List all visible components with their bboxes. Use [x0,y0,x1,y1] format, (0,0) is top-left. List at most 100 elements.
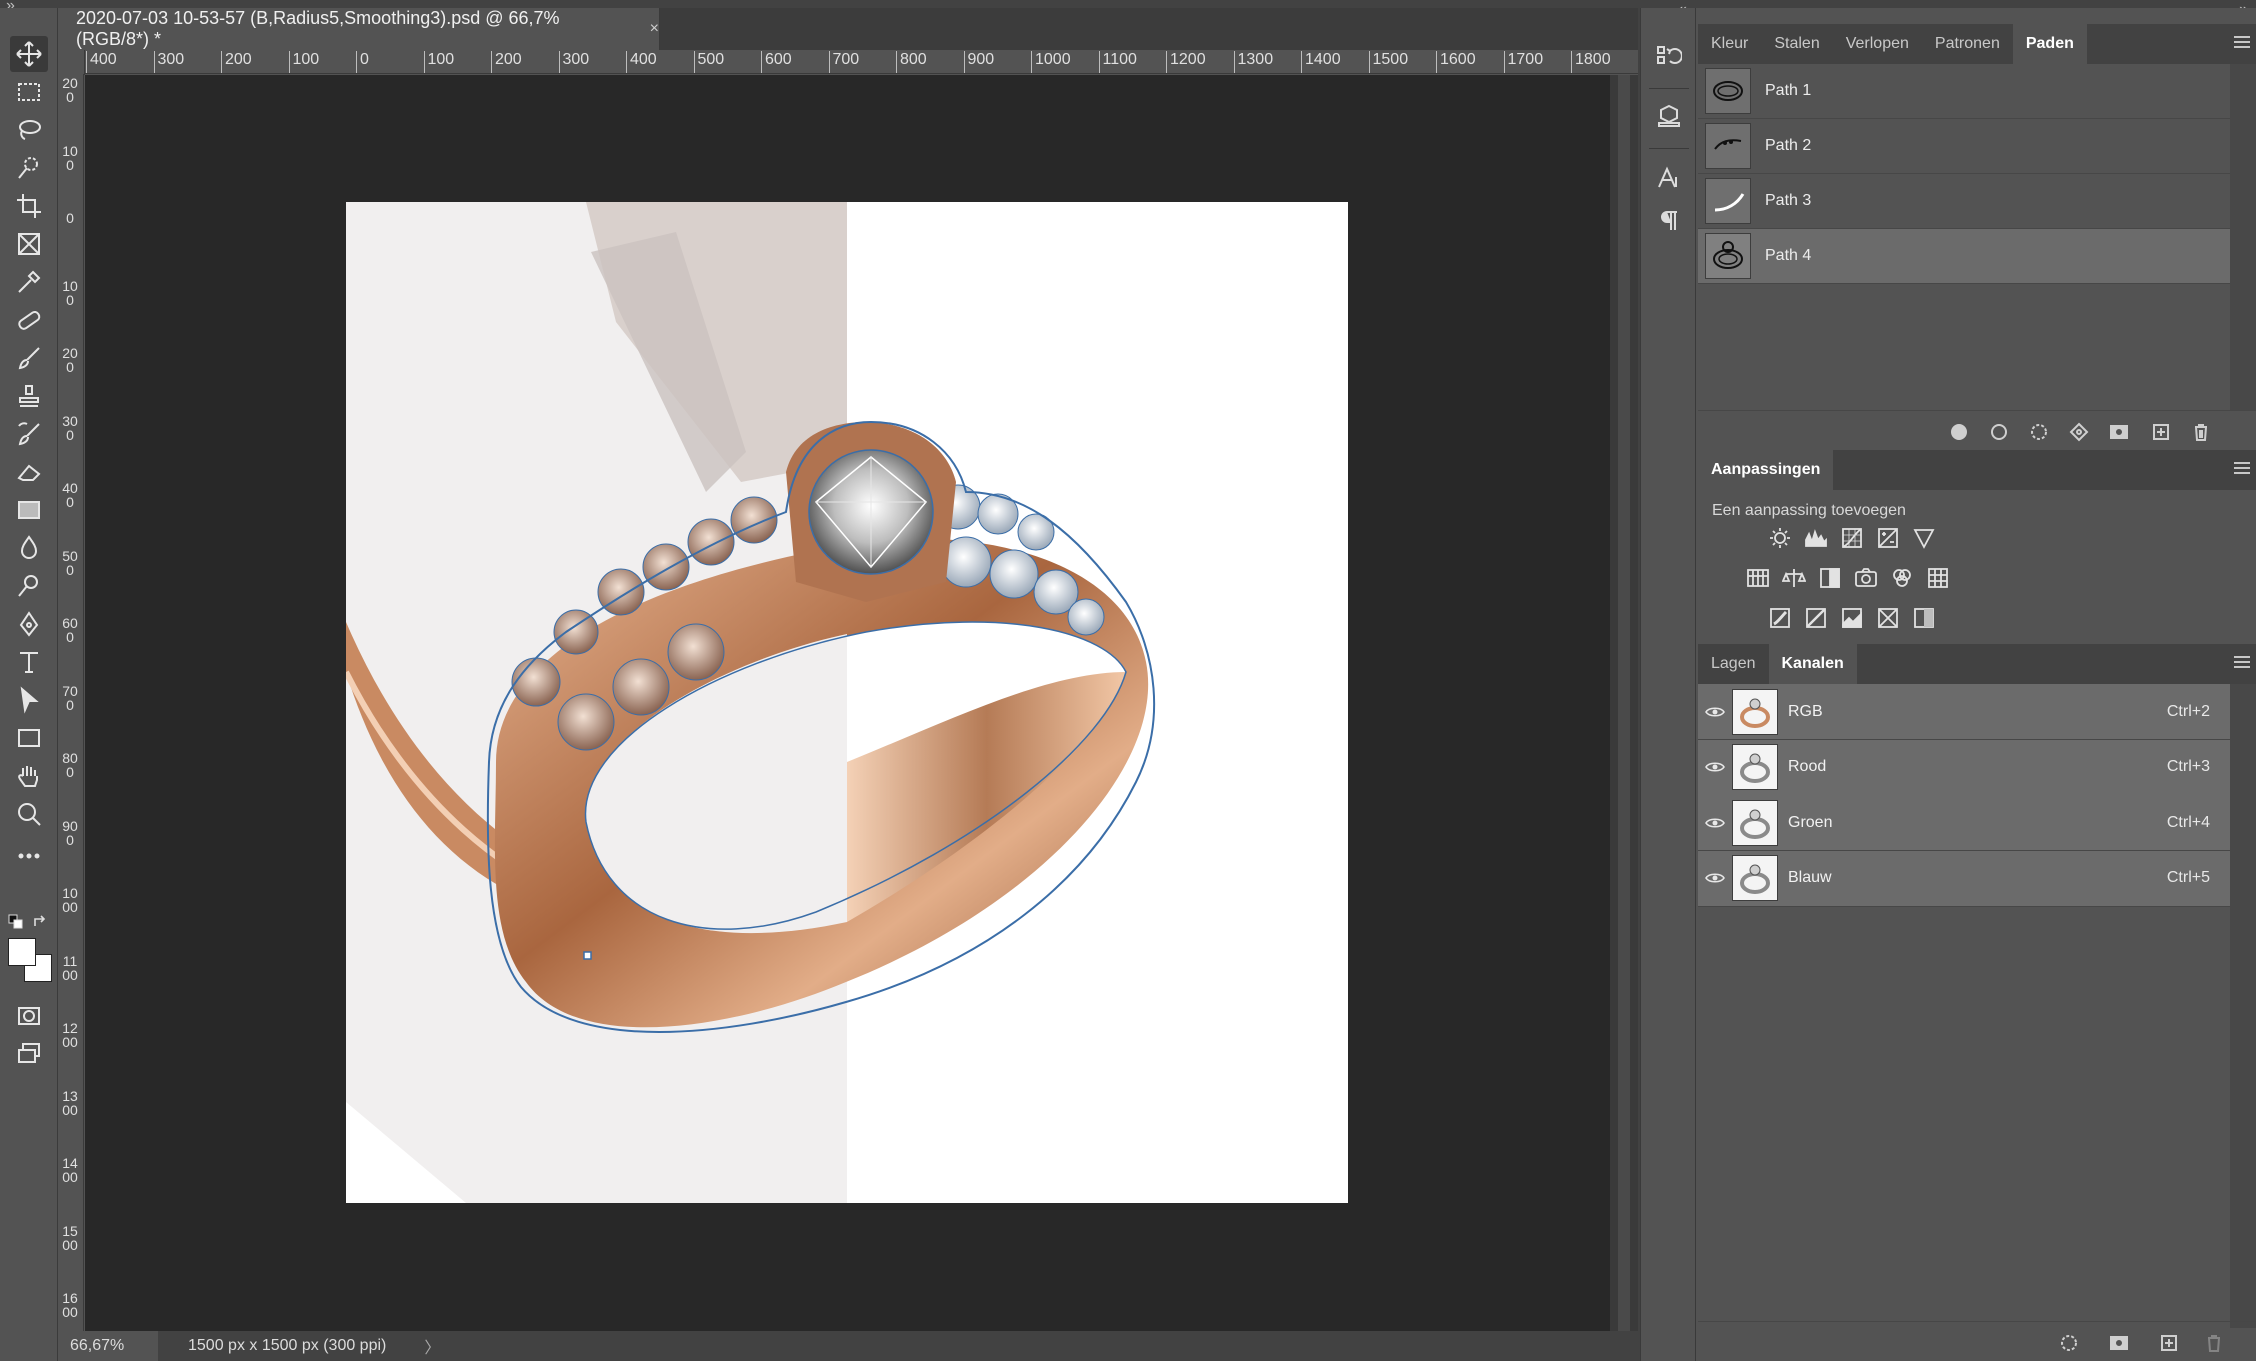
vertical-ruler[interactable]: 200 100 0 100 200 300 400 500 600 700 800 900 1000 11… [58,74,84,1344]
visibility-eye-icon[interactable] [1698,816,1732,830]
blur-tool[interactable] [10,530,48,566]
screen-mode-icon[interactable] [10,1036,48,1072]
lasso-tool[interactable] [10,112,48,148]
exposure-icon[interactable] [1874,524,1902,552]
close-tab-icon[interactable]: × [650,20,659,38]
canvas-vertical-scrollbar[interactable] [1610,75,1638,1331]
channels-scrollbar[interactable] [2230,684,2256,1328]
ruler-tick-label: 1000 [62,885,78,915]
eyedropper-tool[interactable] [10,264,48,300]
healing-brush-tool[interactable] [10,302,48,338]
tab-stalen[interactable]: Stalen [1761,24,1832,64]
path-row[interactable]: Path 1 [1698,64,2230,119]
ruler-tick-label: 300 [62,412,78,443]
channel-row[interactable]: Blauw Ctrl+5 [1698,850,2230,907]
marquee-tool[interactable] [10,74,48,110]
clone-stamp-tool[interactable] [10,378,48,414]
adjustments-subtitle: Een aanpassing toevoegen [1712,502,1906,519]
add-mask-icon[interactable] [2108,421,2130,443]
invert-icon[interactable] [1766,604,1794,632]
character-panel-icon[interactable] [1653,162,1685,194]
ruler-tick-label: 1000 [1031,51,1071,73]
visibility-eye-icon[interactable] [1698,760,1732,774]
rectangle-tool[interactable] [10,720,48,756]
paths-panel-menu-icon[interactable] [2234,36,2250,48]
scrollbar-thumb[interactable] [1618,75,1630,1331]
tab-aanpassingen[interactable]: Aanpassingen [1698,450,1834,490]
color-lookup-icon[interactable] [1924,564,1952,592]
visibility-eye-icon[interactable] [1698,705,1732,719]
paragraph-panel-icon[interactable] [1653,205,1685,237]
document-tab[interactable]: 2020-07-03 10-53-57 (B,Radius5,Smoothing… [58,8,660,50]
document-canvas[interactable] [346,202,1348,1203]
default-colors-icon[interactable] [8,914,24,930]
delete-path-icon[interactable] [2190,421,2212,443]
channel-row[interactable]: RGB Ctrl+2 [1698,684,2230,740]
channels-panel-menu-icon[interactable] [2234,656,2250,668]
eraser-tool[interactable] [10,454,48,490]
stroke-path-icon[interactable] [1988,421,2010,443]
photo-filter-icon[interactable] [1852,564,1880,592]
ruler-tick-label: 900 [963,51,994,73]
fill-path-icon[interactable] [1948,421,1970,443]
tab-paden[interactable]: Paden [2012,24,2087,64]
channel-row[interactable]: Groen Ctrl+4 [1698,795,2230,851]
channel-thumbnail [1732,855,1778,901]
adjustments-panel-menu-icon[interactable] [2234,462,2250,474]
swap-colors-icon[interactable] [32,914,48,930]
channels-panel: RGB Ctrl+2 Rood Ctrl+3 Groen Ctrl+4 Blauw Ctrl+… [1698,684,2256,1328]
tab-patronen[interactable]: Patronen [1922,24,2013,64]
tab-kanalen[interactable]: Kanalen [1768,644,1857,684]
foreground-color-swatch[interactable] [8,938,36,966]
save-selection-as-channel-icon[interactable] [2108,1332,2130,1354]
more-tools-icon[interactable] [10,838,48,874]
brightness-contrast-icon[interactable] [1766,524,1794,552]
3d-panel-icon[interactable] [1653,100,1685,132]
path-selection-tool[interactable] [10,682,48,718]
history-panel-icon[interactable] [1653,40,1685,72]
zoom-level-field[interactable]: 66,67% [58,1331,158,1361]
vibrance-icon[interactable] [1910,524,1938,552]
status-menu-arrow[interactable]: 〉 [386,1334,440,1358]
gradient-map-icon[interactable] [1910,604,1938,632]
tab-kleur[interactable]: Kleur [1698,24,1761,64]
posterize-icon[interactable] [1802,604,1830,632]
black-white-icon[interactable] [1816,564,1844,592]
type-tool[interactable] [10,644,48,680]
tab-lagen[interactable]: Lagen [1698,644,1769,684]
selective-color-icon[interactable] [1874,604,1902,632]
make-work-path-icon[interactable] [2068,421,2090,443]
path-row[interactable]: Path 4 [1698,229,2230,284]
paths-scrollbar[interactable] [2230,64,2256,410]
frame-tool[interactable] [10,226,48,262]
channel-row[interactable]: Rood Ctrl+3 [1698,739,2230,796]
levels-icon[interactable] [1802,524,1830,552]
hue-saturation-icon[interactable] [1744,564,1772,592]
new-channel-icon[interactable] [2158,1332,2180,1354]
tab-verlopen[interactable]: Verlopen [1833,24,1922,64]
new-path-icon[interactable] [2150,421,2172,443]
curves-icon[interactable] [1838,524,1866,552]
ruler-origin[interactable] [58,50,85,75]
load-channel-selection-icon[interactable] [2058,1332,2080,1354]
path-row[interactable]: Path 3 [1698,174,2230,229]
gradient-tool[interactable] [10,492,48,528]
zoom-tool[interactable] [10,796,48,832]
brush-tool[interactable] [10,340,48,376]
hand-tool[interactable] [10,758,48,794]
load-path-as-selection-icon[interactable] [2028,421,2050,443]
delete-channel-icon[interactable] [2203,1332,2225,1354]
color-balance-icon[interactable] [1780,564,1808,592]
pen-tool[interactable] [10,606,48,642]
path-row[interactable]: Path 2 [1698,119,2230,174]
dodge-tool[interactable] [10,568,48,604]
history-brush-tool[interactable] [10,416,48,452]
crop-tool[interactable] [10,188,48,224]
channel-mixer-icon[interactable] [1888,564,1916,592]
horizontal-ruler[interactable]: 400 300 200 100 0 100 200 300 400 500 600 700 800 900… [58,50,1638,74]
move-tool[interactable] [10,36,48,72]
quick-selection-tool[interactable] [10,150,48,186]
threshold-icon[interactable] [1838,604,1866,632]
visibility-eye-icon[interactable] [1698,871,1732,885]
quick-mask-icon[interactable] [10,998,48,1034]
